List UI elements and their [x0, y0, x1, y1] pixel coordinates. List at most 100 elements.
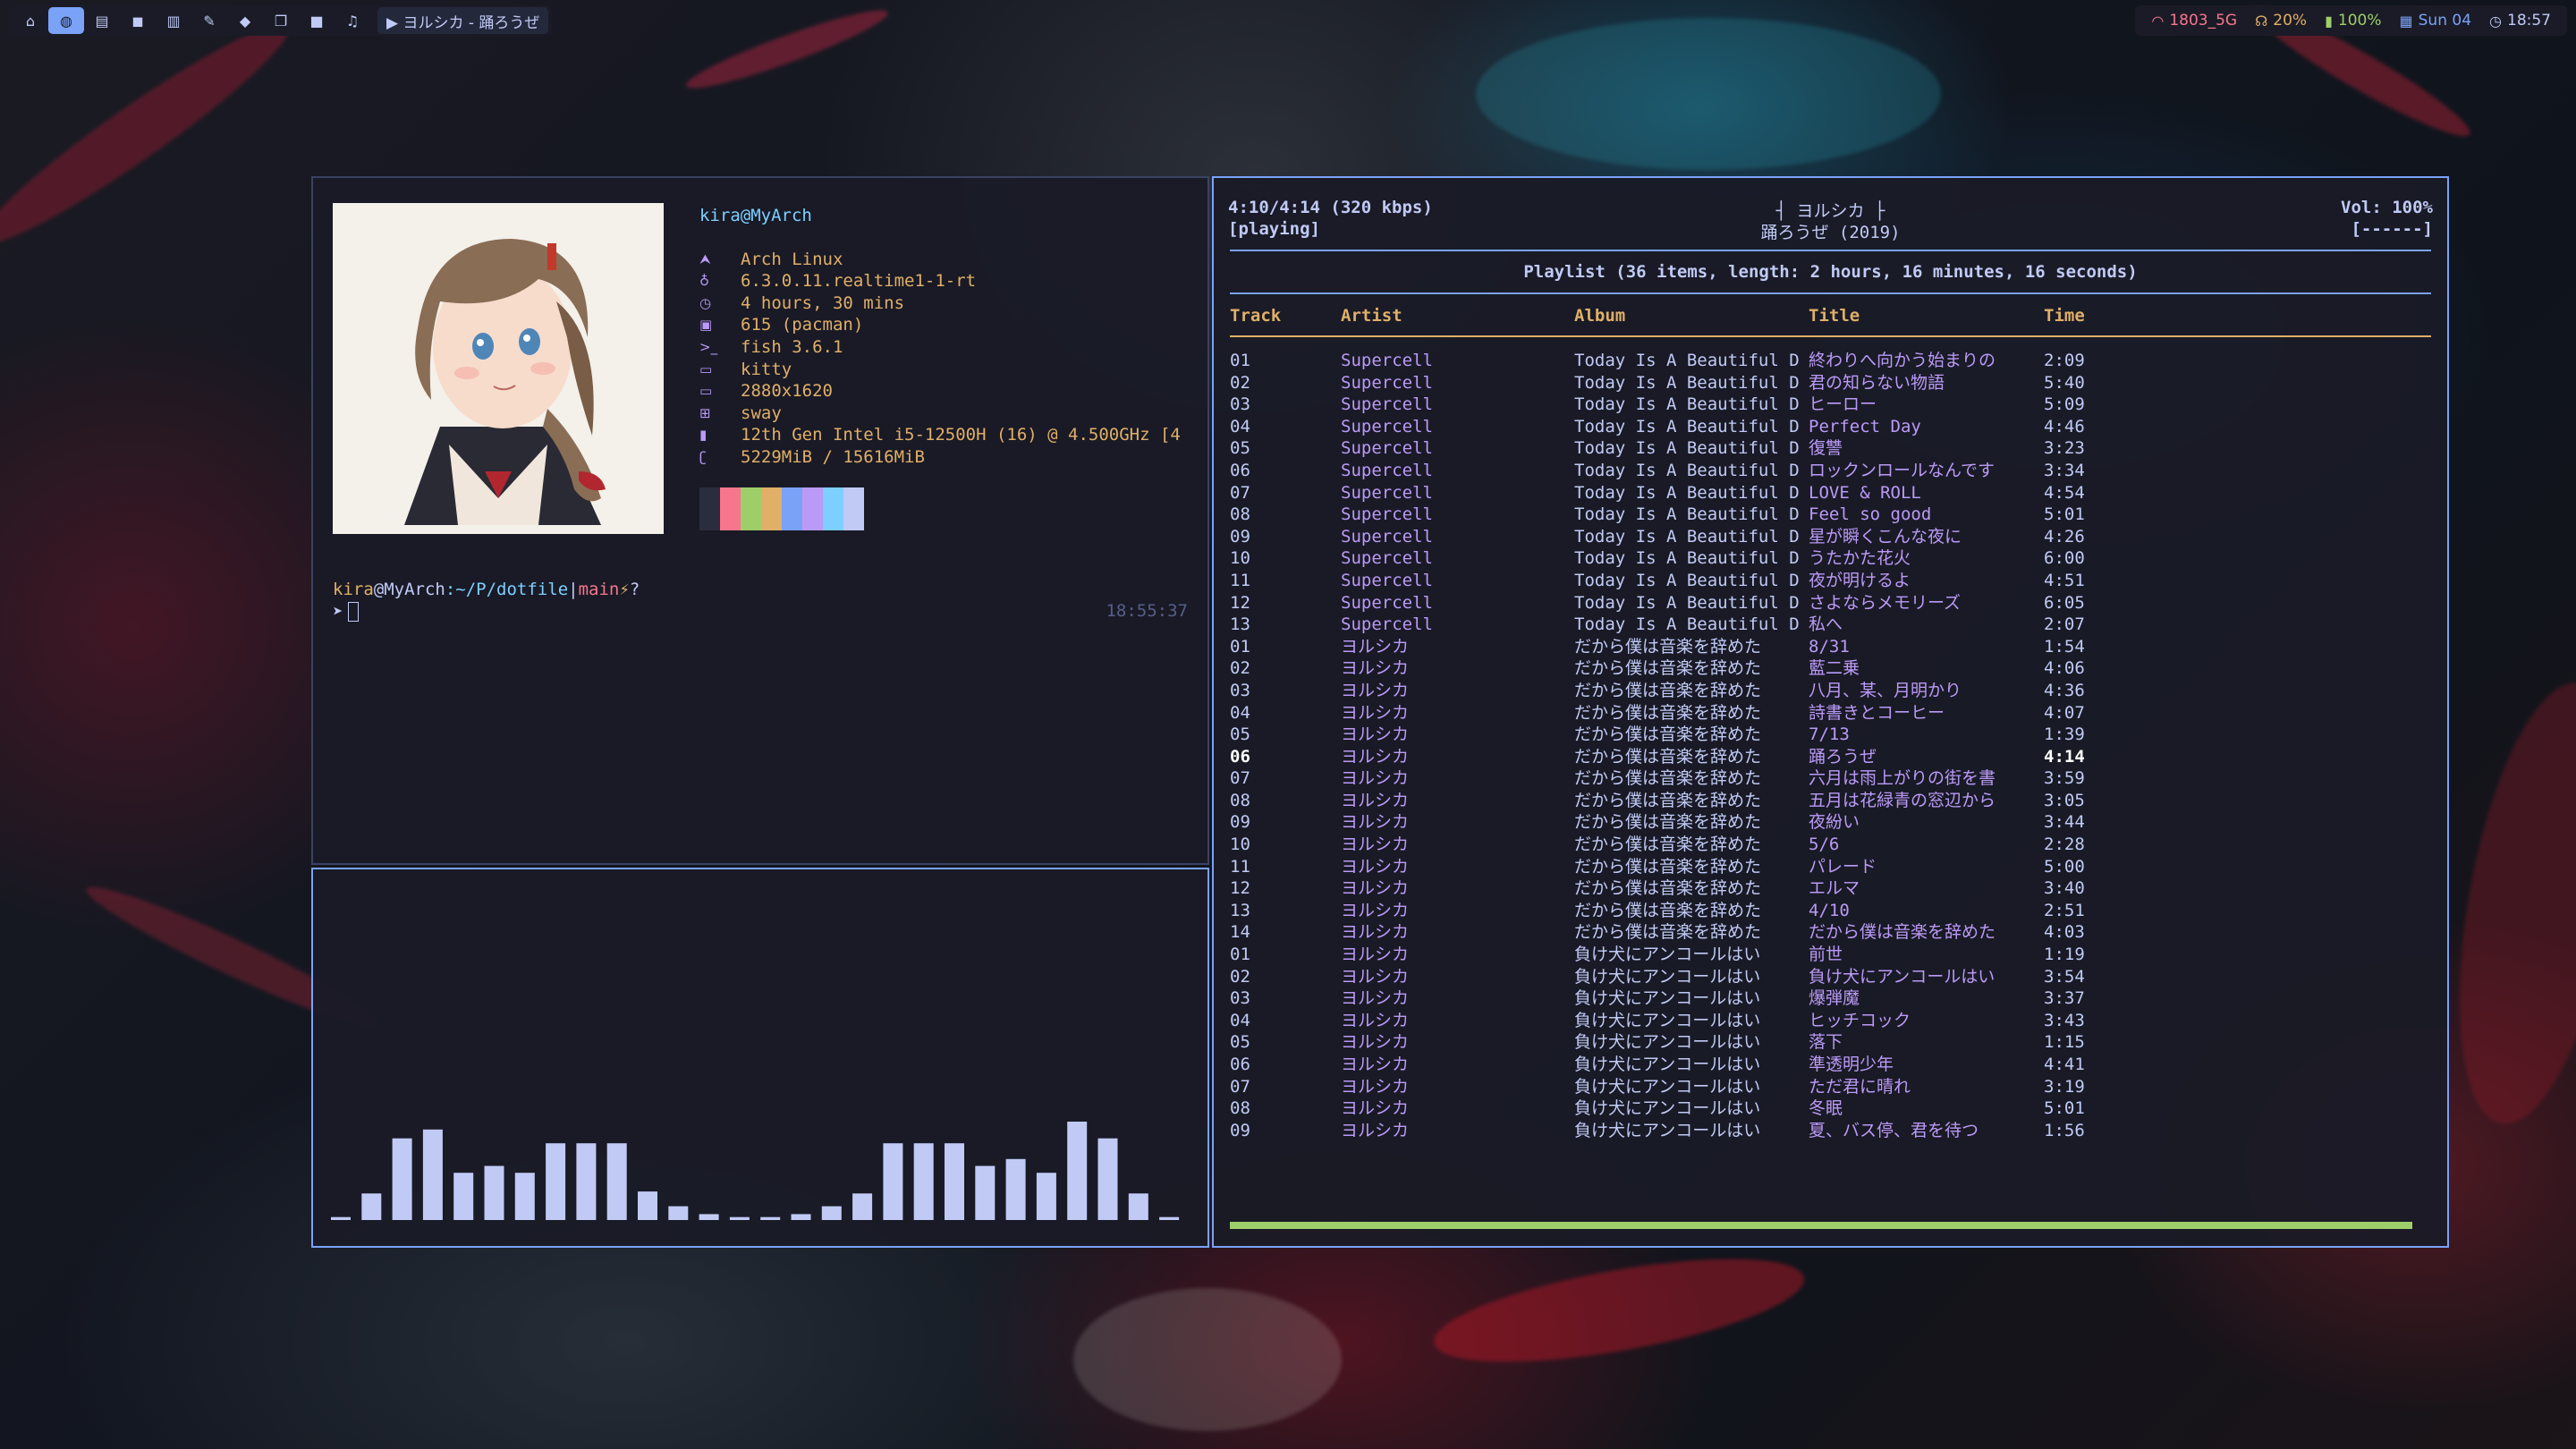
playlist-row[interactable]: 07 ヨルシカ だから僕は音楽を辞めた 六月は雨上がりの街を書 3:59 [1230, 767, 2433, 790]
playlist-row[interactable]: 08 ヨルシカ だから僕は音楽を辞めた 五月は花緑青の窓辺から 3:05 [1230, 790, 2433, 812]
playlist-row[interactable]: 01 Supercell Today Is A Beautiful D 終わりへ向かう… [1230, 350, 2433, 372]
workspace-button-5[interactable]: ▥ [156, 7, 191, 34]
sysinfo-value: 4 hours, 30 mins [741, 292, 905, 313]
playlist-row[interactable]: 05 Supercell Today Is A Beautiful D 復讐 3:23 [1230, 437, 2433, 460]
playlist-row-current[interactable]: 06 ヨルシカ だから僕は音楽を辞めた 踊ろうぜ 4:14 [1230, 746, 2433, 768]
playlist-row[interactable]: 08 Supercell Today Is A Beautiful D Feel so… [1230, 504, 2433, 526]
playlist-row[interactable]: 01 ヨルシカ だから僕は音楽を辞めた 8/31 1:54 [1230, 636, 2433, 658]
cell-time: 3:37 [2044, 988, 2085, 1009]
visualizer-bar [729, 1216, 750, 1220]
visualizer-bar [331, 1216, 351, 1220]
cell-track: 09 [1230, 1120, 1250, 1140]
cell-time: 4:03 [2044, 922, 2085, 943]
visualizer-bar [422, 1129, 443, 1220]
playlist-row[interactable]: 06 Supercell Today Is A Beautiful D ロックンロール… [1230, 460, 2433, 482]
cell-title: 負け犬にアンコールはい [1809, 966, 1996, 987]
cell-track: 13 [1230, 900, 1250, 920]
playlist-row[interactable]: 12 Supercell Today Is A Beautiful D さよならメモリ… [1230, 592, 2433, 614]
cell-artist: Supercell [1341, 592, 1433, 613]
uptime-icon: ◷ [699, 294, 712, 311]
playlist-row[interactable]: 07 ヨルシカ 負け犬にアンコールはい ただ君に晴れ 3:19 [1230, 1076, 2433, 1098]
workspace-button-2[interactable]: ◍ [48, 7, 84, 34]
playlist-row[interactable]: 01 ヨルシカ 負け犬にアンコールはい 前世 1:19 [1230, 944, 2433, 966]
playlist-row[interactable]: 03 Supercell Today Is A Beautiful D ヒーロー 5:0… [1230, 394, 2433, 416]
playlist-row[interactable]: 09 Supercell Today Is A Beautiful D 星が瞬くこんな… [1230, 526, 2433, 548]
playlist-row[interactable]: 09 ヨルシカ だから僕は音楽を辞めた 夜紛い 3:44 [1230, 811, 2433, 834]
cell-track: 10 [1230, 835, 1250, 855]
wm-icon: ⊞ [699, 404, 711, 421]
playlist-row[interactable]: 03 ヨルシカ だから僕は音楽を辞めた 八月、某、月明かり 4:36 [1230, 680, 2433, 702]
visualizer-bars [331, 1122, 1180, 1220]
playlist-row[interactable]: 13 Supercell Today Is A Beautiful D 私へ 2:07 [1230, 614, 2433, 636]
wifi-status[interactable]: ◠ 1803_5G [2151, 12, 2237, 30]
playlist-row[interactable]: 12 ヨルシカ だから僕は音楽を辞めた エルマ 3:40 [1230, 877, 2433, 900]
playlist-row[interactable]: 08 ヨルシカ 負け犬にアンコールはい 冬眠 5:01 [1230, 1097, 2433, 1120]
cell-track: 04 [1230, 416, 1250, 436]
playlist-row[interactable]: 07 Supercell Today Is A Beautiful D LOVE & … [1230, 482, 2433, 504]
playlist-row[interactable]: 03 ヨルシカ 負け犬にアンコールはい 爆弾魔 3:37 [1230, 987, 2433, 1010]
now-playing-widget[interactable]: ▶ ヨルシカ - 踊ろうぜ [377, 7, 549, 34]
volume-status[interactable]: ☊ 20% [2255, 12, 2307, 30]
cell-title: 冬眠 [1809, 1098, 1843, 1119]
date-status[interactable]: ▦ Sun 04 [2400, 12, 2472, 30]
prompt-right-time: 18:55:37 [1106, 601, 1188, 621]
workspace-button-7[interactable]: ◆ [227, 7, 263, 34]
playlist-row[interactable]: 14 ヨルシカ だから僕は音楽を辞めた だから僕は音楽を辞めた 4:03 [1230, 921, 2433, 944]
prompt-at: @ [373, 580, 385, 599]
edit-icon: ✎ [203, 12, 216, 30]
terminal-window[interactable]: kira@MyArch ⮝ Arch Linux ♁ 6.3.0.11.realtim… [311, 176, 1209, 865]
cell-time: 3:34 [2044, 460, 2085, 480]
cell-title: 前世 [1809, 945, 1843, 965]
playlist-row[interactable]: 13 ヨルシカ だから僕は音楽を辞めた 4/10 2:51 [1230, 900, 2433, 922]
cell-title: ただ君に晴れ [1809, 1076, 1911, 1097]
cell-track: 07 [1230, 768, 1250, 789]
column-time[interactable]: Time [2044, 306, 2085, 326]
workspace-button-3[interactable]: ▤ [84, 7, 120, 34]
shell-prompt[interactable]: kira@MyArch:~/P/dotfile|main⚡? ➤ [333, 579, 640, 623]
cell-track: 02 [1230, 966, 1250, 987]
clock-status[interactable]: ◷ 18:57 [2489, 12, 2551, 30]
playlist-row[interactable]: 10 ヨルシカ だから僕は音楽を辞めた 5/6 2:28 [1230, 834, 2433, 856]
playlist-row[interactable]: 02 Supercell Today Is A Beautiful D 君の知らない物… [1230, 372, 2433, 394]
battery-status[interactable]: ▮ 100% [2325, 12, 2381, 30]
column-artist[interactable]: Artist [1341, 306, 1402, 326]
playlist-summary: Playlist (36 items, length: 2 hours, 16 … [1523, 262, 2138, 282]
playlist-row[interactable]: 11 Supercell Today Is A Beautiful D 夜が明けるよ 4… [1230, 570, 2433, 592]
playlist-row[interactable]: 10 Supercell Today Is A Beautiful D うたかた花火 6… [1230, 547, 2433, 570]
column-track[interactable]: Track [1230, 306, 1281, 326]
playlist-row[interactable]: 04 ヨルシカ 負け犬にアンコールはい ヒッチコック 3:43 [1230, 1010, 2433, 1032]
playlist-row[interactable]: 05 ヨルシカ だから僕は音楽を辞めた 7/13 1:39 [1230, 724, 2433, 746]
cell-album: 負け犬にアンコールはい [1574, 1098, 1761, 1119]
column-title[interactable]: Title [1809, 306, 1860, 326]
cell-album: だから僕は音楽を辞めた [1574, 878, 1762, 899]
workspace-button-9[interactable]: ■ [299, 7, 335, 34]
audio-visualizer-window[interactable] [311, 868, 1209, 1248]
workspace-button-4[interactable]: ◼ [120, 7, 156, 34]
cell-artist: Supercell [1341, 438, 1433, 459]
workspace-button-10[interactable]: ♫ [335, 7, 370, 34]
cell-album: だから僕は音楽を辞めた [1574, 790, 1762, 810]
playlist-row[interactable]: 05 ヨルシカ 負け犬にアンコールはい 落下 1:15 [1230, 1031, 2433, 1054]
playlist-row[interactable]: 09 ヨルシカ 負け犬にアンコールはい 夏、バス停、君を待つ 1:56 [1230, 1120, 2433, 1142]
cell-track: 03 [1230, 394, 1250, 415]
playlist-row[interactable]: 06 ヨルシカ 負け犬にアンコールはい 準透明少年 4:41 [1230, 1054, 2433, 1076]
cell-title: LOVE & ROLL [1809, 482, 1921, 503]
visualizer-bar [1067, 1122, 1088, 1220]
music-player-window[interactable]: 4:10/4:14 (320 kbps) [playing] ┤ ヨルシカ ├ … [1212, 176, 2449, 1248]
playlist-row[interactable]: 11 ヨルシカ だから僕は音楽を辞めた パレード 5:00 [1230, 856, 2433, 878]
visualizer-bar [821, 1206, 842, 1220]
workspace-button-8[interactable]: ❐ [263, 7, 299, 34]
prompt-separator: | [568, 580, 579, 599]
cell-title: 藍二乗 [1809, 658, 1860, 679]
playlist-row[interactable]: 04 ヨルシカ だから僕は音楽を辞めた 詩書きとコーヒー 4:07 [1230, 702, 2433, 724]
playlist-row[interactable]: 04 Supercell Today Is A Beautiful D Perfect… [1230, 416, 2433, 438]
workspace-button-6[interactable]: ✎ [191, 7, 227, 34]
playlist-row[interactable]: 02 ヨルシカ 負け犬にアンコールはい 負け犬にアンコールはい 3:54 [1230, 966, 2433, 988]
cell-time: 2:28 [2044, 835, 2085, 855]
cell-album: だから僕は音楽を辞めた [1574, 702, 1762, 723]
playback-progress-bar[interactable] [1230, 1222, 2412, 1229]
playlist-row[interactable]: 02 ヨルシカ だから僕は音楽を辞めた 藍二乗 4:06 [1230, 657, 2433, 680]
column-album[interactable]: Album [1574, 306, 1625, 326]
workspace-button-1[interactable]: ⌂ [13, 7, 48, 34]
visualizer-bar [453, 1173, 474, 1220]
